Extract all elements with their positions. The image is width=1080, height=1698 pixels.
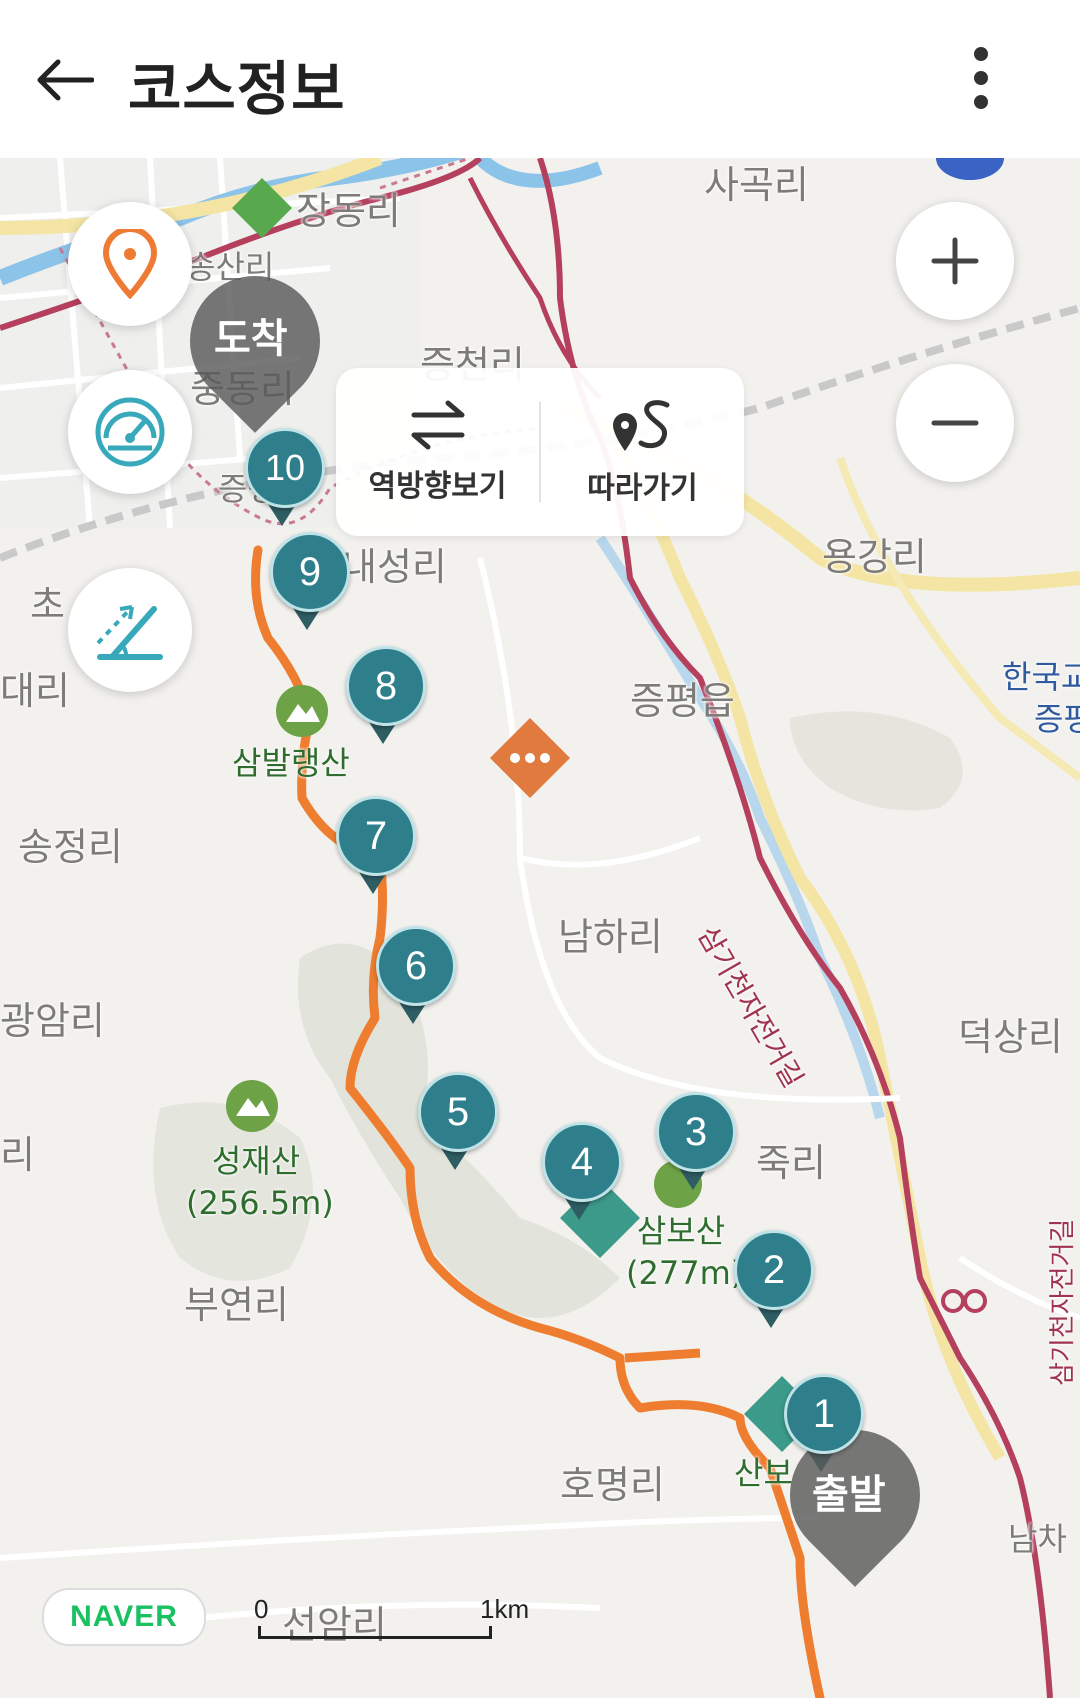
speed-button[interactable] bbox=[68, 370, 192, 494]
minus-icon bbox=[931, 420, 979, 426]
peak-label: 성재산 (256.5m) bbox=[186, 1140, 334, 1224]
peak-name: 삼보산 bbox=[636, 1212, 726, 1250]
place-label: 부연리 bbox=[184, 1283, 289, 1327]
swap-arrows-icon bbox=[411, 400, 464, 450]
place-label: 사곡리 bbox=[704, 163, 809, 207]
speedometer-icon bbox=[95, 397, 165, 467]
peak-label: 삼보산 (277m) bbox=[626, 1210, 744, 1294]
scale-bar bbox=[258, 1626, 492, 1639]
slope-angle-icon bbox=[96, 605, 163, 660]
peak-name: 성재산 bbox=[211, 1142, 301, 1180]
naver-logo: NAVER bbox=[42, 1588, 206, 1646]
route-toolbar: 역방향보기 따라가기 bbox=[336, 368, 744, 536]
place-label: 남차 bbox=[1008, 1520, 1067, 1558]
place-label: 한국교 bbox=[1002, 658, 1080, 696]
bike-path-label: 삼기천자전거길 bbox=[1048, 1218, 1078, 1386]
follow-route-button[interactable]: 따라가기 bbox=[541, 368, 744, 536]
scale-start-label: 0 bbox=[254, 1594, 269, 1624]
follow-label: 따라가기 bbox=[587, 471, 698, 506]
page-title: 코스정보 bbox=[128, 55, 346, 123]
waypoint-marker[interactable]: 8 bbox=[346, 646, 426, 726]
place-label: 호명리 bbox=[560, 1463, 665, 1507]
location-pin-icon bbox=[102, 229, 158, 299]
waypoint-marker[interactable]: 1 bbox=[784, 1374, 864, 1454]
place-label: 남하리 bbox=[558, 915, 663, 959]
waypoint-marker[interactable]: 10 bbox=[245, 428, 325, 508]
place-label: 증평 bbox=[1034, 700, 1080, 738]
place-label: 산보 bbox=[734, 1454, 793, 1492]
place-label: 대리 bbox=[0, 669, 70, 713]
place-label: 증평읍 bbox=[630, 679, 735, 723]
follow-route-icon bbox=[612, 400, 669, 451]
poi-diamond-icon bbox=[490, 718, 570, 798]
place-label: 장동리 bbox=[296, 189, 401, 233]
scale-end-label: 1km bbox=[480, 1594, 530, 1624]
place-label: 초 bbox=[30, 583, 65, 627]
place-label: 덕상리 bbox=[958, 1015, 1063, 1059]
plus-icon bbox=[931, 237, 979, 285]
waypoint-marker[interactable]: 7 bbox=[336, 796, 416, 876]
end-label: 도착 bbox=[214, 316, 288, 362]
zoom-out-button[interactable] bbox=[896, 364, 1014, 482]
peak-height: (256.5m) bbox=[186, 1184, 334, 1222]
zoom-in-button[interactable] bbox=[896, 202, 1014, 320]
waypoint-marker[interactable]: 6 bbox=[376, 926, 456, 1006]
place-label: 용강리 bbox=[822, 535, 927, 579]
place-label: 리 bbox=[0, 1133, 35, 1177]
place-label: 내성리 bbox=[342, 545, 447, 589]
back-button[interactable] bbox=[24, 40, 104, 120]
waypoint-marker[interactable]: 5 bbox=[418, 1072, 498, 1152]
start-label: 출발 bbox=[812, 1472, 886, 1518]
my-location-button[interactable] bbox=[68, 202, 192, 326]
place-label: 광암리 bbox=[0, 999, 105, 1043]
peak-label: 삼발랭산 bbox=[232, 744, 350, 782]
map-view[interactable]: 사곡리 장동리 송산리 중동리 증천리 증평 내성리 초 대리 용강리 한국교 … bbox=[0, 158, 1080, 1698]
reverse-label: 역방향보기 bbox=[368, 469, 507, 504]
waypoint-marker[interactable]: 2 bbox=[734, 1230, 814, 1310]
more-options-button[interactable] bbox=[946, 38, 1016, 118]
peak-height: (277m) bbox=[626, 1254, 744, 1292]
waypoint-marker[interactable]: 3 bbox=[656, 1092, 736, 1172]
app-header: 코스정보 bbox=[0, 0, 1080, 158]
place-label: 선암리 bbox=[282, 1603, 387, 1647]
place-label: 죽리 bbox=[756, 1141, 826, 1185]
more-vertical-icon bbox=[974, 47, 988, 109]
waypoint-marker[interactable]: 9 bbox=[270, 532, 350, 612]
arrow-left-icon bbox=[37, 59, 94, 101]
place-label: 송정리 bbox=[18, 825, 123, 869]
slope-button[interactable] bbox=[68, 568, 192, 692]
waypoint-marker[interactable]: 4 bbox=[542, 1122, 622, 1202]
reverse-direction-button[interactable]: 역방향보기 bbox=[336, 368, 539, 536]
